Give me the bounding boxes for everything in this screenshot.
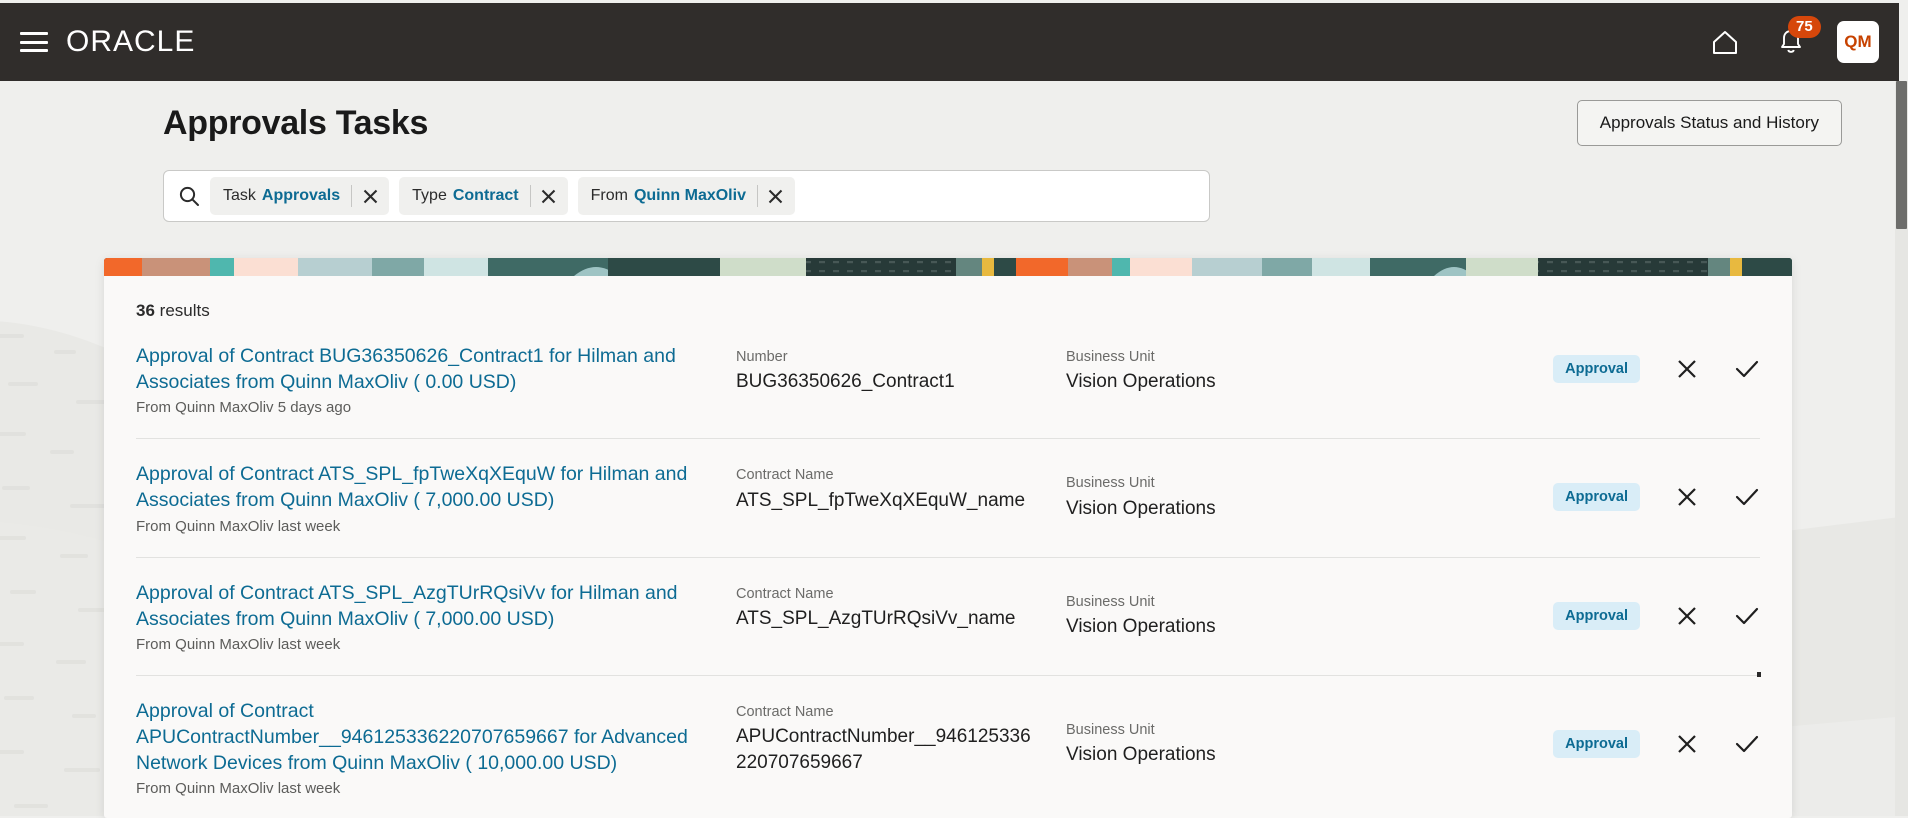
field-value: Vision Operations (1066, 614, 1366, 639)
close-icon[interactable] (355, 181, 385, 211)
page-scrollbar[interactable] (1895, 81, 1908, 816)
close-icon[interactable] (1674, 731, 1700, 757)
field-value: APUContractNumber__946125336 22070765966… (736, 724, 1066, 775)
field-label: Contract Name (736, 584, 1066, 604)
close-icon[interactable] (1674, 356, 1700, 382)
row-actions: Approval (1553, 343, 1760, 383)
avatar[interactable]: QM (1837, 21, 1879, 63)
search-icon (178, 185, 200, 207)
row-field-contract-name: Contract Name ATS_SPL_AzgTUrRQsiVv_name (736, 580, 1066, 632)
close-icon[interactable] (761, 181, 791, 211)
field-value: Vision Operations (1066, 369, 1366, 394)
chip-divider (351, 185, 352, 207)
table-row: Approval of Contract APUContractNumber__… (136, 676, 1760, 818)
check-icon[interactable] (1734, 484, 1760, 510)
status-badge: Approval (1553, 602, 1640, 630)
home-icon[interactable] (1705, 22, 1745, 62)
check-icon[interactable] (1734, 603, 1760, 629)
row-title-cell: Approval of Contract ATS_SPL_AzgTUrRQsiV… (136, 580, 736, 653)
check-icon[interactable] (1734, 731, 1760, 757)
approval-task-link[interactable]: Approval of Contract ATS_SPL_fpTweXqXEqu… (136, 461, 712, 513)
row-subtitle: From Quinn MaxOliv last week (136, 780, 712, 797)
title-row: Approvals Tasks Approvals Status and His… (0, 100, 1899, 146)
close-icon[interactable] (1674, 603, 1700, 629)
row-actions: Approval (1553, 580, 1760, 630)
results-count-number: 36 (136, 301, 155, 320)
search-input[interactable] (805, 176, 1199, 216)
chip-value: Quinn MaxOliv (634, 187, 746, 205)
row-field-business-unit: Business Unit Vision Operations (1066, 343, 1366, 395)
results-card: 36 results Approval of Contract BUG36350… (104, 258, 1792, 818)
field-label: Number (736, 347, 1066, 367)
row-field-number: Number BUG36350626_Contract1 (736, 343, 1066, 395)
filter-chip-type[interactable]: Type Contract (399, 177, 567, 215)
page-title: Approvals Tasks (163, 104, 428, 143)
chip-divider (530, 185, 531, 207)
search-filter-bar[interactable]: Task Approvals Type Contract From Quinn … (163, 170, 1210, 222)
chip-label: From (591, 187, 628, 205)
bell-icon[interactable]: 75 (1771, 22, 1811, 62)
chip-divider (757, 185, 758, 207)
row-title-cell: Approval of Contract APUContractNumber__… (136, 698, 736, 797)
approval-task-link[interactable]: Approval of Contract ATS_SPL_AzgTUrRQsiV… (136, 580, 712, 632)
row-field-business-unit: Business Unit Vision Operations (1066, 461, 1366, 521)
field-label: Business Unit (1066, 473, 1366, 493)
check-icon[interactable] (1734, 356, 1760, 382)
row-actions: Approval (1553, 698, 1760, 758)
field-label: Business Unit (1066, 720, 1366, 740)
cursor-artifact (1757, 672, 1761, 677)
approval-task-link[interactable]: Approval of Contract BUG36350626_Contrac… (136, 343, 712, 395)
approvals-status-and-history-button[interactable]: Approvals Status and History (1577, 100, 1842, 146)
field-value: Vision Operations (1066, 496, 1366, 521)
approval-task-link[interactable]: Approval of Contract APUContractNumber__… (136, 698, 712, 776)
hamburger-menu-icon[interactable] (20, 32, 48, 52)
scrollbar-thumb[interactable] (1896, 81, 1907, 229)
row-field-contract-name: Contract Name APUContractNumber__9461253… (736, 698, 1066, 775)
field-label: Business Unit (1066, 347, 1366, 367)
row-field-business-unit: Business Unit Vision Operations (1066, 580, 1366, 640)
field-value: Vision Operations (1066, 742, 1366, 767)
row-field-business-unit: Business Unit Vision Operations (1066, 698, 1366, 768)
close-icon[interactable] (1674, 484, 1700, 510)
field-label: Contract Name (736, 465, 1066, 485)
status-badge: Approval (1553, 483, 1640, 511)
row-actions: Approval (1553, 461, 1760, 511)
row-field-contract-name: Contract Name ATS_SPL_fpTweXqXEquW_name (736, 461, 1066, 513)
field-label: Business Unit (1066, 592, 1366, 612)
results-count-label: results (160, 301, 210, 320)
row-subtitle: From Quinn MaxOliv 5 days ago (136, 399, 712, 416)
field-value: ATS_SPL_AzgTUrRQsiVv_name (736, 606, 1066, 631)
table-row: Approval of Contract ATS_SPL_AzgTUrRQsiV… (136, 558, 1760, 676)
chip-value: Contract (453, 187, 519, 205)
decorative-banner (104, 258, 1792, 276)
table-row: Approval of Contract ATS_SPL_fpTweXqXEqu… (136, 439, 1760, 557)
table-row: Approval of Contract BUG36350626_Contrac… (136, 321, 1760, 439)
chip-label: Type (412, 187, 447, 205)
field-value: ATS_SPL_fpTweXqXEquW_name (736, 488, 1066, 513)
row-title-cell: Approval of Contract ATS_SPL_fpTweXqXEqu… (136, 461, 736, 534)
row-subtitle: From Quinn MaxOliv last week (136, 636, 712, 653)
close-icon[interactable] (534, 181, 564, 211)
field-label: Contract Name (736, 702, 1066, 722)
global-header: ORACLE 75 QM (0, 3, 1899, 81)
results-count: 36 results (104, 276, 1792, 321)
status-badge: Approval (1553, 730, 1640, 758)
chip-label: Task (223, 187, 256, 205)
chip-value: Approvals (262, 187, 340, 205)
oracle-logo: ORACLE (66, 25, 195, 59)
header-actions: 75 QM (1705, 21, 1899, 63)
notification-badge: 75 (1788, 16, 1821, 38)
filter-chip-task[interactable]: Task Approvals (210, 177, 389, 215)
row-title-cell: Approval of Contract BUG36350626_Contrac… (136, 343, 736, 416)
filter-chip-from[interactable]: From Quinn MaxOliv (578, 177, 795, 215)
status-badge: Approval (1553, 355, 1640, 383)
field-value: BUG36350626_Contract1 (736, 369, 1066, 394)
row-subtitle: From Quinn MaxOliv last week (136, 518, 712, 535)
